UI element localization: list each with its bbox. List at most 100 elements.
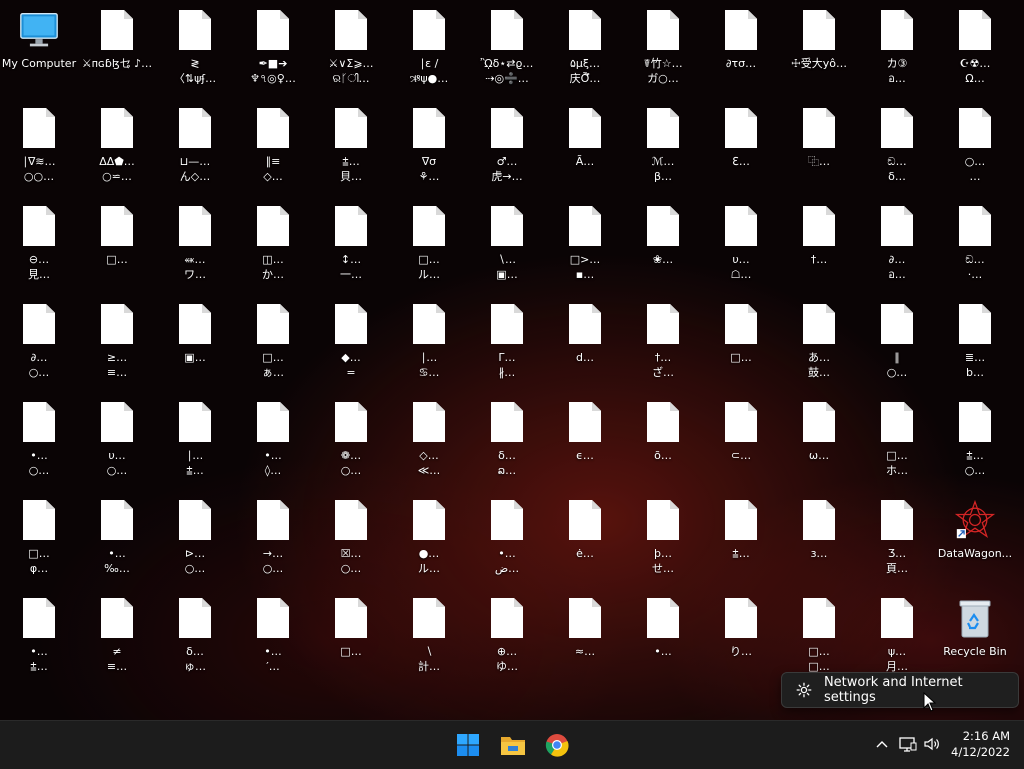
file-icon-item[interactable]: あ… 鼓…: [780, 296, 858, 394]
file-icon-item[interactable]: ∣ε / ઋψ●…: [390, 2, 468, 100]
file-icon-item[interactable]: ⊂…: [702, 394, 780, 492]
file-icon-item[interactable]: □…: [78, 198, 156, 296]
file-icon-item[interactable]: □… ホ…: [858, 394, 936, 492]
start-button[interactable]: [452, 729, 484, 761]
file-icon-item[interactable]: ◆… =: [312, 296, 390, 394]
file-icon-item[interactable]: ❀…: [624, 198, 702, 296]
my-computer-icon-item[interactable]: My Computer: [0, 2, 78, 100]
file-icon-item[interactable]: ė…: [546, 492, 624, 590]
file-icon-item[interactable]: ▣…: [156, 296, 234, 394]
icon-label: □…: [702, 350, 780, 365]
file-icon-item[interactable]: り…: [702, 590, 780, 688]
file-icon-item[interactable]: ◫… か…: [234, 198, 312, 296]
file-icon-item[interactable]: □… φ…: [0, 492, 78, 590]
file-icon-item[interactable]: カ③ อ…: [858, 2, 936, 100]
file-icon-item[interactable]: ≥… ≡…: [78, 296, 156, 394]
file-icon-item[interactable]: ◇… ≪…: [390, 394, 468, 492]
file-icon-item[interactable]: ⊳… ○…: [156, 492, 234, 590]
file-icon-item[interactable]: υ… ☖…: [702, 198, 780, 296]
file-icon-item[interactable]: ≈…: [546, 590, 624, 688]
file-icon-item[interactable]: ⿻…: [780, 100, 858, 198]
clock[interactable]: 2:16 AM 4/12/2022: [940, 728, 1010, 760]
file-icon-item[interactable]: ≷ 〈⇅ψʄ…: [156, 2, 234, 100]
file-icon-item[interactable]: ∥≡ ◇…: [234, 100, 312, 198]
file-icon-item[interactable]: ✒■➔ ♆৭◎♀…: [234, 2, 312, 100]
file-icon-item[interactable]: ۵μξ… 庆Õึ…: [546, 2, 624, 100]
file-icon-item[interactable]: •… ○…: [0, 394, 78, 492]
datawagon-shortcut-item[interactable]: DataWagon...: [936, 492, 1014, 590]
file-icon-item[interactable]: ⩲… ○…: [936, 394, 1014, 492]
network-tray-button[interactable]: [897, 733, 919, 755]
file-icon-item[interactable]: ᾪδ⋆⇄ϱ… ⇢◎➗…: [468, 2, 546, 100]
file-icon-item[interactable]: Ʒ… 頁…: [858, 492, 936, 590]
file-icon-item[interactable]: ඞ… δ…: [858, 100, 936, 198]
file-icon-item[interactable]: δ… ゅ…: [156, 590, 234, 688]
file-icon-item[interactable]: ∣∇≋… ○○…: [0, 100, 78, 198]
file-icon-item[interactable]: з…: [780, 492, 858, 590]
file-icon-item[interactable]: ⊖… 見…: [0, 198, 78, 296]
file-icon-item[interactable]: ≠ ≡…: [78, 590, 156, 688]
file-icon-item[interactable]: ○……: [936, 100, 1014, 198]
file-icon-item[interactable]: ⊕… ゆ…: [468, 590, 546, 688]
file-icon-item[interactable]: →… ○…: [234, 492, 312, 590]
file-icon-item[interactable]: ⚔∨Σ⩾… ରᚴി…: [312, 2, 390, 100]
file-icon-item[interactable]: •…: [624, 590, 702, 688]
file-icon: [175, 400, 215, 444]
file-icon-item[interactable]: †… ざ…: [624, 296, 702, 394]
file-icon-item[interactable]: ∣… ♋…: [390, 296, 468, 394]
file-icon-item[interactable]: ☪☢… Ω…: [936, 2, 1014, 100]
file-icon-item[interactable]: •… ′…: [234, 590, 312, 688]
file-icon-item[interactable]: ☒… ○…: [312, 492, 390, 590]
file-icon-item[interactable]: ඞ… ·…: [936, 198, 1014, 296]
file-icon-item[interactable]: ℳ… β…: [624, 100, 702, 198]
file-icon-item[interactable]: ∥ ○…: [858, 296, 936, 394]
file-icon-item[interactable]: δ… ລ…: [468, 394, 546, 492]
network-settings-popup[interactable]: Network and Internet settings: [781, 672, 1019, 708]
show-hidden-icons-button[interactable]: [871, 733, 893, 755]
file-icon-item[interactable]: ↕… 一…: [312, 198, 390, 296]
file-icon-item[interactable]: d…: [546, 296, 624, 394]
file-icon-item[interactable]: þ… せ…: [624, 492, 702, 590]
file-icon-item[interactable]: ⊔—… ん◇…: [156, 100, 234, 198]
file-icon-item[interactable]: ∖ 計…: [390, 590, 468, 688]
file-icon-item[interactable]: ∖… ▣…: [468, 198, 546, 296]
file-icon-item[interactable]: ∂… อ…: [858, 198, 936, 296]
file-icon-item[interactable]: □…: [702, 296, 780, 394]
file-icon-item[interactable]: □…: [312, 590, 390, 688]
file-icon-item[interactable]: ●… ル…: [390, 492, 468, 590]
file-icon-item[interactable]: ❁… ○…: [312, 394, 390, 492]
file-icon-item[interactable]: □… ル…: [390, 198, 468, 296]
file-icon-item[interactable]: υ… ○…: [78, 394, 156, 492]
file-icon-item[interactable]: ♂… 虎→…: [468, 100, 546, 198]
file-icon-item[interactable]: ∇σ ⚘…: [390, 100, 468, 198]
chrome-button[interactable]: [541, 729, 573, 761]
file-icon-item[interactable]: •… ‰…: [78, 492, 156, 590]
file-icon-item[interactable]: ∣… ⩲…: [156, 394, 234, 492]
file-icon-item[interactable]: Γ… ∦…: [468, 296, 546, 394]
file-icon-item[interactable]: ≣… b…: [936, 296, 1014, 394]
file-icon-item[interactable]: ☩受大yô…: [780, 2, 858, 100]
file-icon-item[interactable]: □… ぁ…: [234, 296, 312, 394]
file-icon-item[interactable]: ω…: [780, 394, 858, 492]
file-icon-item[interactable]: •… ض…: [468, 492, 546, 590]
file-icon: [97, 302, 137, 346]
file-icon-item[interactable]: □>… ▪…: [546, 198, 624, 296]
file-explorer-button[interactable]: [497, 729, 529, 761]
file-icon-item[interactable]: ⩲…: [702, 492, 780, 590]
file-icon-item[interactable]: ⩲… 貝…: [312, 100, 390, 198]
file-icon-item[interactable]: ℇ…: [702, 100, 780, 198]
file-icon-item[interactable]: ☤竹☆… ガ○…: [624, 2, 702, 100]
file-icon-item[interactable]: ⬽… ワ…: [156, 198, 234, 296]
file-icon-item[interactable]: ∂τσ…: [702, 2, 780, 100]
file-icon-item[interactable]: ⚔ᴨɢɓɮㆥ ♪…: [78, 2, 156, 100]
icon-label-line-1: □…: [418, 253, 440, 266]
file-icon-item[interactable]: •… ⩲…: [0, 590, 78, 688]
file-icon-item[interactable]: ϵ…: [546, 394, 624, 492]
icon-label: ė…: [546, 546, 624, 561]
file-icon-item[interactable]: †…: [780, 198, 858, 296]
file-icon-item[interactable]: •… ◊…: [234, 394, 312, 492]
file-icon-item[interactable]: õ…: [624, 394, 702, 492]
file-icon-item[interactable]: ∂… ○…: [0, 296, 78, 394]
file-icon-item[interactable]: ΔΔ⬟… ○⋍…: [78, 100, 156, 198]
file-icon-item[interactable]: Ã…: [546, 100, 624, 198]
